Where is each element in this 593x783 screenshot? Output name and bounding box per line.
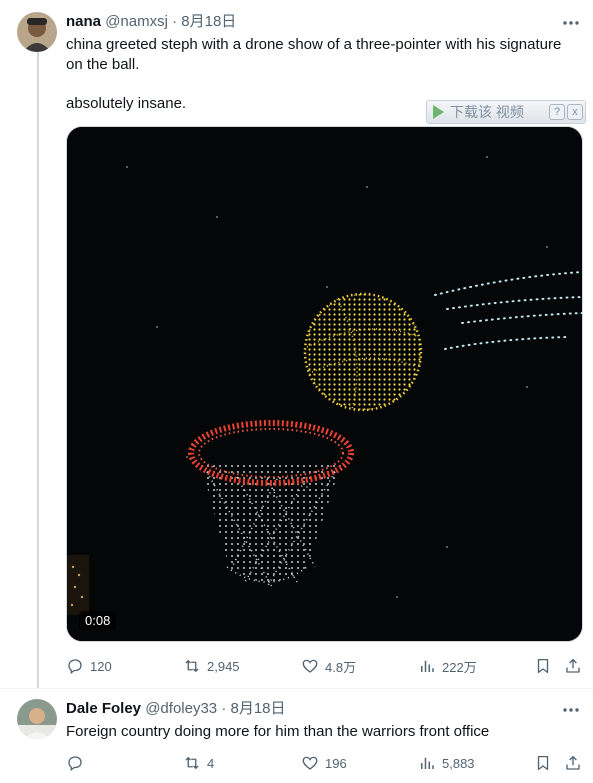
share-icon [566, 755, 580, 770]
play-icon [433, 105, 444, 119]
display-name[interactable]: Dale Foley [66, 700, 141, 717]
tweet-actions: 4 196 5,883 [66, 753, 586, 775]
retweet-icon [185, 660, 199, 672]
like-count: 196 [325, 755, 347, 771]
reply-button[interactable]: 120 [66, 656, 112, 676]
bookmark-icon [537, 755, 549, 771]
tweet-header: nana @namxsj · 8月18日 [66, 12, 236, 32]
share-button[interactable] [564, 753, 582, 773]
views-button[interactable]: 222万 [418, 656, 477, 676]
like-icon [302, 659, 318, 673]
views-icon [421, 660, 434, 672]
retweet-button[interactable]: 4 [183, 753, 214, 773]
like-icon [302, 756, 318, 770]
retweet-button[interactable]: 2,945 [183, 656, 240, 676]
separator-dot: · [221, 700, 227, 717]
avatar[interactable] [17, 12, 57, 52]
like-button[interactable]: 4.8万 [301, 656, 356, 676]
views-icon [421, 757, 434, 769]
tweet-actions: 120 2,945 4.8万 222万 [66, 656, 586, 678]
display-name[interactable]: nana [66, 13, 101, 30]
video-timestamp: 0:08 [79, 611, 117, 631]
like-count: 4.8万 [325, 659, 357, 675]
reply-button[interactable] [66, 753, 90, 773]
bookmark-button[interactable] [534, 656, 552, 676]
tweet-date[interactable]: 8月18日 [231, 700, 286, 717]
bookmark-button[interactable] [534, 753, 552, 773]
tweet-text: Foreign country doing more for him than … [66, 723, 490, 740]
like-button[interactable]: 196 [301, 753, 347, 773]
help-button[interactable]: ? [549, 104, 565, 120]
share-icon [566, 658, 580, 673]
retweet-count: 4 [207, 755, 215, 771]
tweet-text: china greeted steph with a drone show of… [66, 36, 562, 73]
views-count: 5,883 [442, 755, 475, 771]
video-download-bar[interactable]: 下载该 视频 ? x [426, 100, 586, 124]
download-label[interactable]: 下载该 视频 [450, 102, 524, 122]
more-icon[interactable] [561, 13, 581, 33]
user-handle[interactable]: @dfoley33 [145, 700, 217, 717]
tweet-header: Dale Foley @dfoley33 · 8月18日 [66, 699, 286, 719]
close-button[interactable]: x [567, 104, 583, 120]
reply-icon [68, 659, 82, 675]
video-player[interactable]: 0:08 [66, 126, 583, 642]
more-icon[interactable] [561, 700, 581, 720]
views-button[interactable]: 5,883 [418, 753, 475, 773]
reply-icon [68, 756, 82, 772]
avatar[interactable] [17, 699, 57, 739]
user-handle[interactable]: @namxsj [105, 13, 168, 30]
separator-dot: · [172, 13, 178, 30]
share-button[interactable] [564, 656, 582, 676]
drone-show-video-frame [67, 127, 582, 641]
bookmark-icon [537, 658, 549, 674]
retweet-count: 2,945 [207, 658, 240, 674]
tweet-date[interactable]: 8月18日 [181, 13, 236, 30]
views-count: 222万 [442, 659, 477, 675]
retweet-icon [185, 757, 199, 769]
reply-count: 120 [90, 658, 112, 674]
